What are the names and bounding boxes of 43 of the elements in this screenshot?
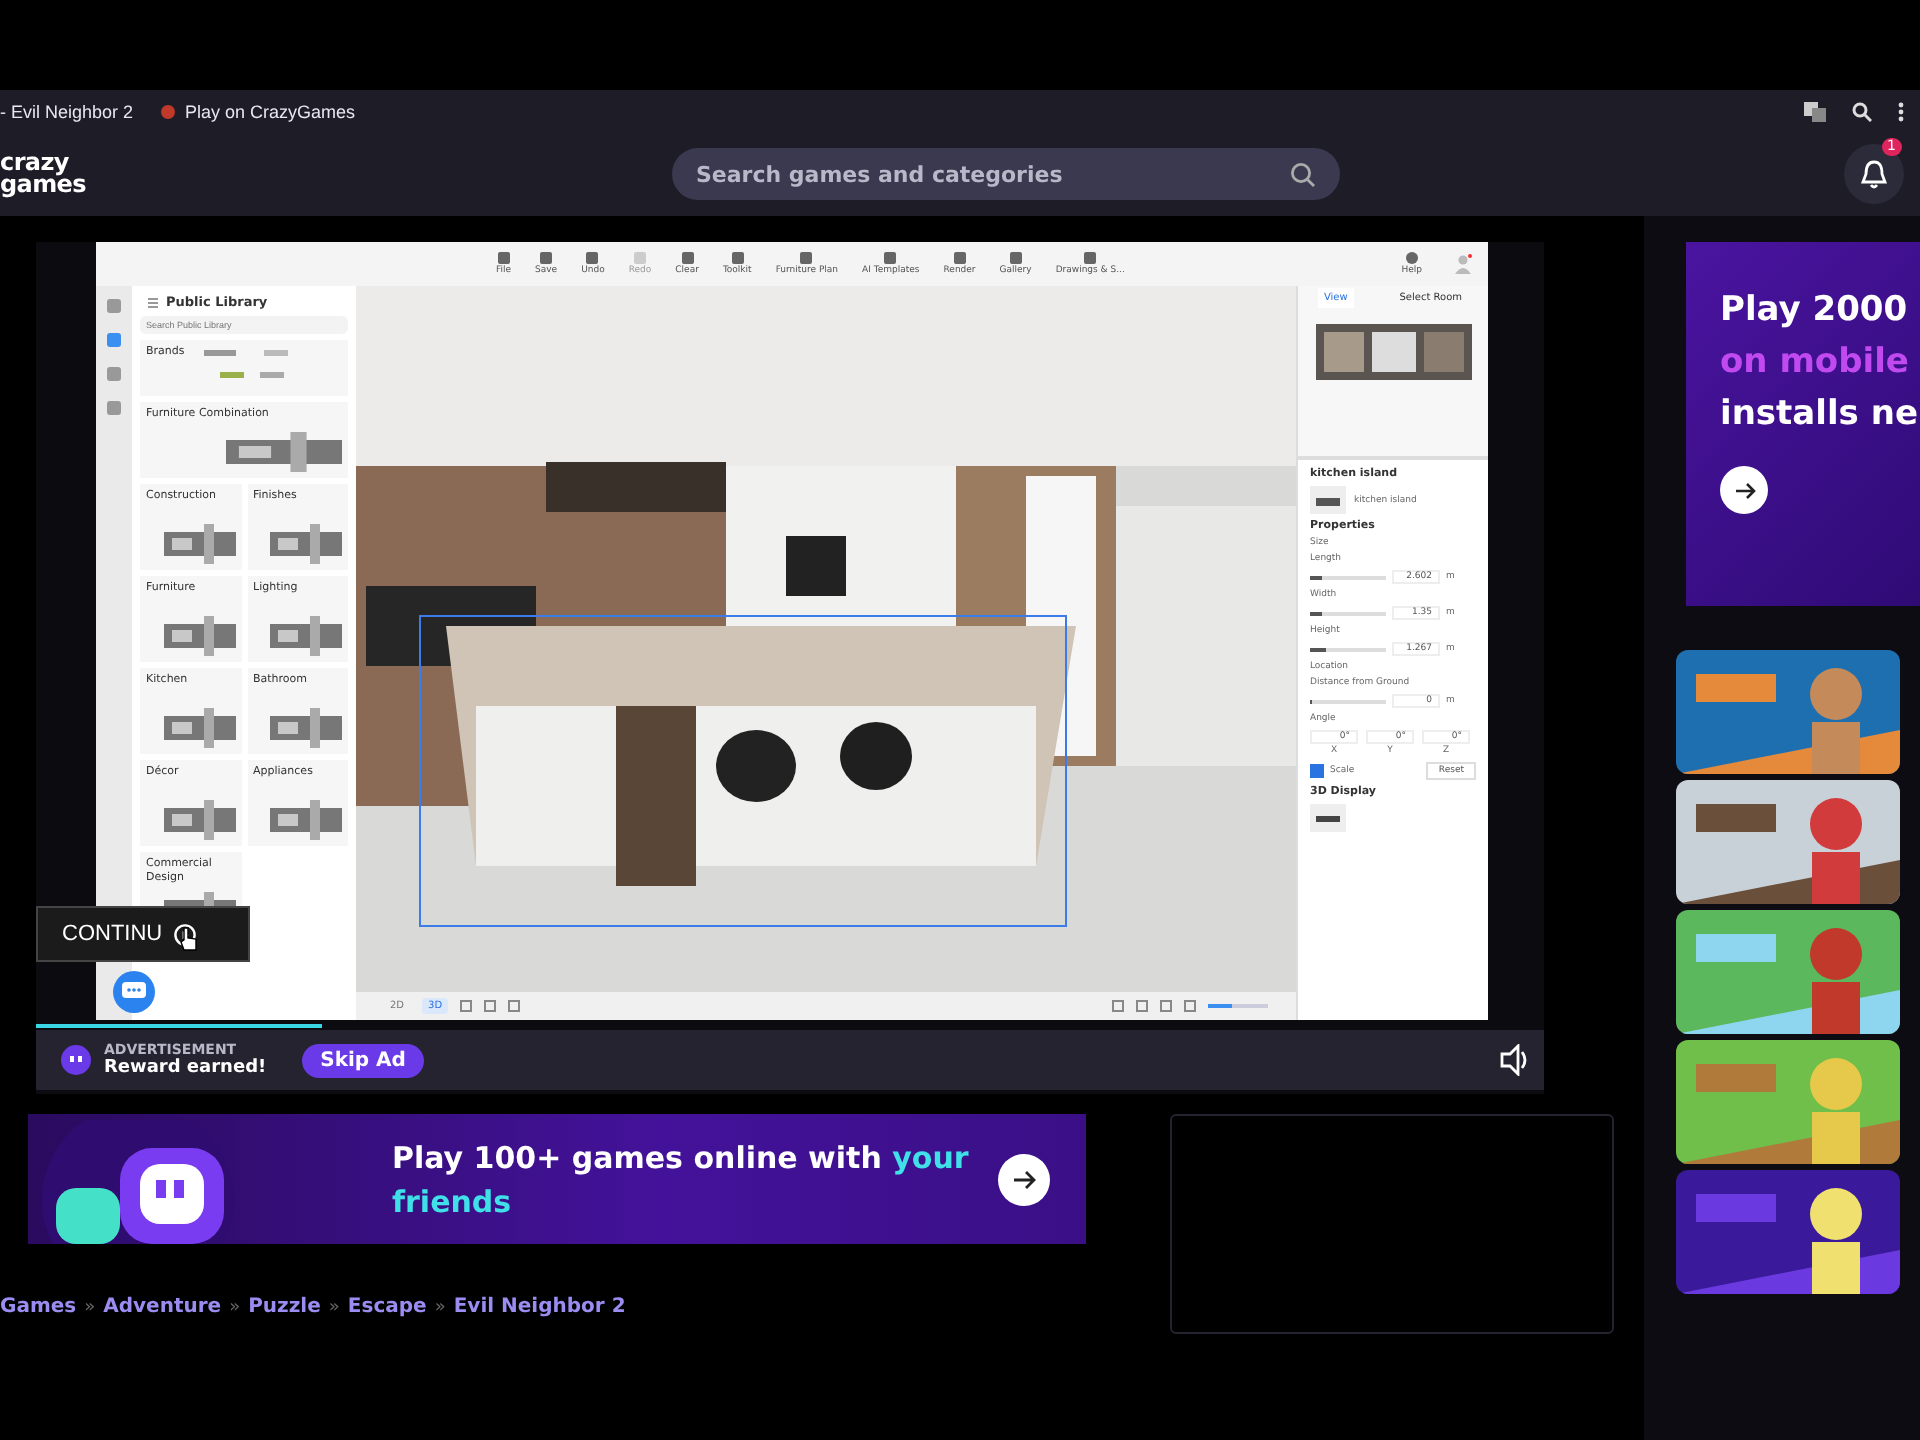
breadcrumb-link[interactable]: Evil Neighbor 2	[453, 1296, 626, 1318]
zoom-icon[interactable]	[1852, 101, 1872, 121]
breadcrumb-link[interactable]: Adventure	[103, 1296, 222, 1318]
sidebar-tool-icon[interactable]	[106, 298, 122, 314]
promo-banner[interactable]: Play 100+ games online with your friends	[28, 1114, 1086, 1244]
breadcrumb-separator: »	[84, 1297, 96, 1317]
promo-text: installs ne	[1720, 392, 1920, 438]
hand-cursor-icon	[180, 926, 198, 952]
tab-subtitle[interactable]: Play on CrazyGames	[185, 101, 356, 121]
promo-text: on mobile	[1720, 340, 1911, 386]
more-icon[interactable]	[1898, 101, 1904, 121]
user-icon[interactable]	[1454, 254, 1472, 274]
arrow-button[interactable]	[1720, 466, 1768, 514]
arrow-right-icon	[1012, 1169, 1036, 1189]
breadcrumb-separator: »	[229, 1297, 241, 1317]
search-icon[interactable]	[1290, 162, 1316, 188]
breadcrumb-link[interactable]: Escape	[347, 1296, 427, 1318]
arrow-right-icon	[1733, 481, 1755, 499]
menu-icon[interactable]	[148, 297, 158, 307]
promo-card[interactable]: Play 2000 on mobile installs ne	[1686, 242, 1920, 606]
arrow-button[interactable]	[998, 1153, 1050, 1205]
sidebar-tool-icon[interactable]	[106, 332, 122, 348]
bell-icon	[1860, 159, 1888, 189]
search-field[interactable]: Search games and categories	[672, 148, 1340, 200]
site-logo[interactable]: crazy games	[0, 152, 672, 196]
reward-message: Reward earned!	[104, 1058, 267, 1078]
banner-text: Play 100+ games online with your friends	[392, 1137, 971, 1223]
promo-text: Play 2000	[1720, 288, 1910, 334]
chat-icon[interactable]	[112, 970, 156, 1014]
breadcrumb-link[interactable]: Games	[0, 1296, 77, 1318]
translate-icon[interactable]	[1804, 101, 1826, 121]
skip-ad-button[interactable]: Skip Ad	[302, 1043, 424, 1077]
scale-checkbox[interactable]	[1310, 764, 1324, 778]
sidebar-tool-icon[interactable]	[106, 366, 122, 382]
game-icon	[159, 103, 176, 119]
sidebar-tool-icon[interactable]	[106, 400, 122, 416]
breadcrumb-link[interactable]: Puzzle	[248, 1296, 321, 1318]
speaker-icon[interactable]	[1496, 1044, 1528, 1076]
mascot-icon	[60, 1044, 92, 1076]
breadcrumb-separator: »	[328, 1297, 340, 1317]
continue-button[interactable]: CONTINU	[36, 906, 250, 962]
tab-title[interactable]: - Evil Neighbor 2	[0, 101, 134, 121]
breadcrumb-separator: »	[434, 1297, 446, 1317]
